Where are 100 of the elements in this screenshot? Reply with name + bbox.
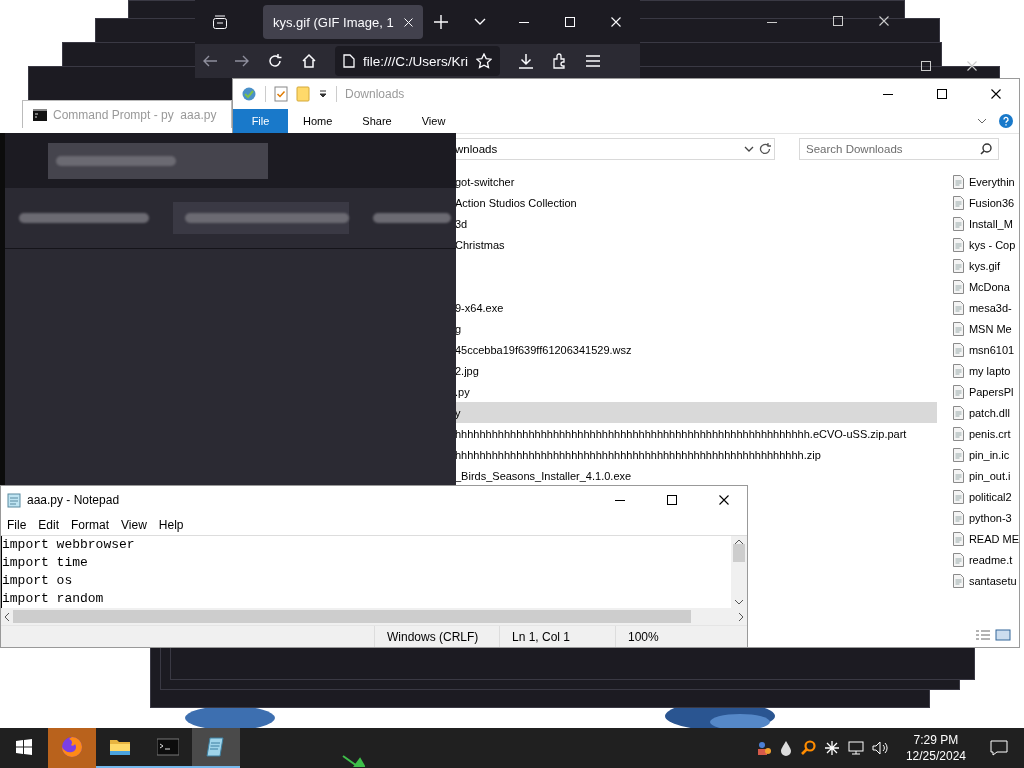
file-name[interactable]: got-switcher [455,175,515,188]
ribbon-tab[interactable]: Share [347,109,407,133]
maximize-icon[interactable] [667,495,677,506]
address-bar[interactable]: wnloads [455,138,775,160]
plus-icon[interactable] [433,15,448,29]
menu-item[interactable]: Edit [32,517,66,532]
file-name[interactable]: McDona [968,280,1010,293]
file-icon [950,362,967,379]
menu-item[interactable]: Help [152,517,190,532]
console-icon [157,736,179,758]
file-name[interactable]: kys.gif [968,259,1001,272]
file-name[interactable]: 3d [455,217,468,230]
file-name[interactable]: penis.crt [968,427,1011,440]
globe-check-icon[interactable] [241,86,257,102]
scroll-thumb[interactable] [13,610,691,624]
ribbon-tab[interactable]: View [406,109,461,133]
start-icon[interactable] [16,739,32,755]
file-name[interactable]: pin_out.i [968,469,1011,482]
menu-item[interactable]: View [115,517,153,532]
forward-icon[interactable] [235,55,249,67]
caret-icon[interactable] [318,89,328,99]
file-name[interactable]: political2 [968,490,1012,503]
back-icon[interactable] [203,55,217,67]
file-name[interactable]: patch.dll [968,406,1010,419]
search-icon[interactable] [799,740,816,756]
pen-icon [341,754,365,768]
refresh-icon[interactable] [758,142,772,156]
people-icon[interactable] [755,740,772,756]
file-name[interactable]: my lapto [968,364,1011,377]
file-name[interactable]: Fusion36 [968,196,1015,209]
file-name[interactable]: Install_M [968,217,1013,230]
puzzle-icon[interactable] [552,53,568,69]
file-name[interactable]: mesa3d- [968,301,1012,314]
file-name[interactable]: .py [455,385,470,398]
checklist-icon[interactable] [274,86,288,102]
window-title: Command Prompt - py aaa.py [53,107,217,122]
file-name[interactable]: MSN Me [968,322,1012,335]
download-icon[interactable] [518,53,534,69]
scroll-up-icon[interactable] [735,538,743,544]
file-name[interactable]: hhhhhhhhhhhhhhhhhhhhhhhhhhhhhhhhhhhhhhhhhhhhhhhhhhhhhhhhhh.eCVO-uSS.zip.part [455,427,907,440]
ribbon-tab[interactable]: Home [288,109,348,133]
droplet-icon[interactable] [779,740,792,756]
home-icon[interactable] [301,53,317,69]
ribbon-tab[interactable]: File [233,109,288,133]
help-icon[interactable] [999,114,1013,128]
code-line: import random [2,589,105,608]
close-icon[interactable] [719,495,729,506]
close-icon[interactable] [991,89,1001,99]
search-field[interactable]: Search Downloads [799,138,999,160]
chevron-down-icon[interactable] [744,146,754,152]
taskbar-button[interactable] [192,728,240,768]
file-icon [950,467,967,484]
scroll-left-icon[interactable] [4,612,9,621]
page-icon [343,54,355,68]
address-bar[interactable]: file:///C:/Users/Kri [335,46,500,76]
file-name[interactable]: hhhhhhhhhhhhhhhhhhhhhhhhhhhhhhhhhhhhhhhhhhhhhhhhhhhhhhhhh.zip [455,448,821,461]
file-icon [950,425,967,442]
notepad-icon [205,736,227,758]
browser-tab[interactable]: kys.gif (GIF Image, 1 [263,5,423,39]
file-name[interactable]: _Birds_Seasons_Installer_4.1.0.exe [455,469,632,482]
file-name[interactable]: READ ME [968,532,1019,545]
scroll-thumb[interactable] [733,543,745,562]
scroll-right-icon[interactable] [739,612,744,621]
file-icon [950,278,967,295]
file-name[interactable]: python-3 [968,511,1012,524]
file-name[interactable]: Christmas [455,238,505,251]
menu-item[interactable]: Format [65,517,116,532]
file-name[interactable]: readme.t [968,553,1013,566]
file-name[interactable]: 9-x64.exe [455,301,504,314]
scrollbar[interactable] [1,608,747,625]
network-icon[interactable] [847,740,864,756]
file-name[interactable]: 2.jpg [455,364,479,377]
star-icon[interactable] [476,53,492,69]
file-name[interactable]: msn6101 [968,343,1015,356]
file-name[interactable]: g [455,322,462,335]
asterisk-icon[interactable] [823,740,840,756]
reload-icon[interactable] [267,53,283,69]
maximize-icon[interactable] [937,89,947,99]
file-name[interactable]: 45ccebba19f639ff61206341529.wsz [455,343,632,356]
notification-icon[interactable] [990,740,1008,756]
tab-list-icon[interactable] [212,14,228,30]
menu-icon[interactable] [586,55,600,67]
scrollbar[interactable] [731,535,747,609]
scroll-down-icon[interactable] [735,600,743,606]
tiles-view-icon[interactable] [995,629,1011,641]
file-name[interactable]: Everythin [968,175,1015,188]
file-icon [950,320,967,337]
file-name[interactable]: santasetu [968,574,1017,587]
file-icon [950,530,967,547]
file-icon [950,383,967,400]
file-name[interactable]: pin_in.ic [968,448,1010,461]
clock[interactable]: 7:29 PM 12/25/2024 [897,732,974,764]
menu-item[interactable]: File [1,517,33,532]
file-icon [950,488,967,505]
file-name[interactable]: kys - Cop [968,238,1016,251]
file-name[interactable]: PapersPl [968,385,1014,398]
file-name[interactable]: Action Studios Collection [455,196,577,209]
speaker-icon[interactable] [871,740,890,756]
url-text: file:///C:/Users/Kri [363,53,468,69]
search-icon [980,143,992,155]
